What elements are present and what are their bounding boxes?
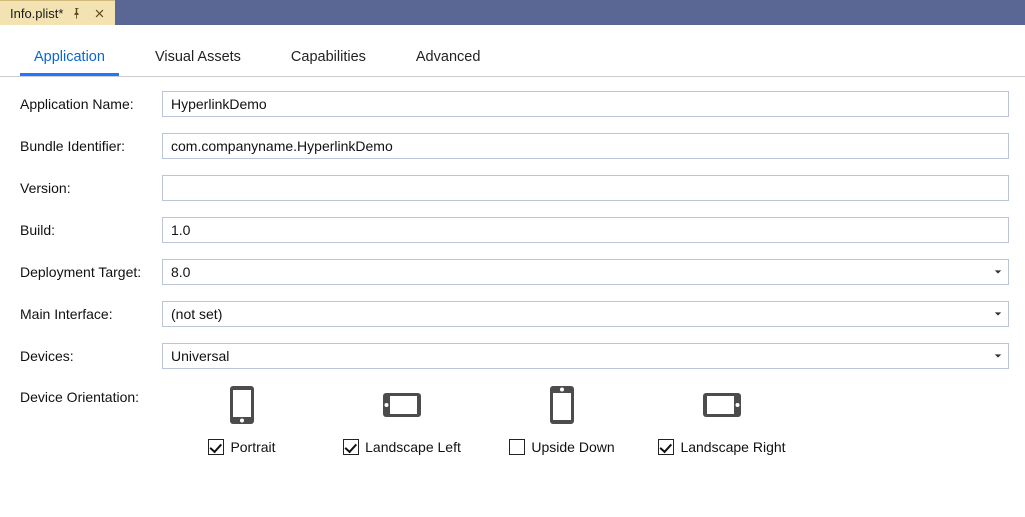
- label-bundle-identifier: Bundle Identifier:: [20, 138, 162, 154]
- device-landscape-left-icon: [382, 385, 422, 425]
- chevron-down-icon: [994, 268, 1002, 276]
- combo-value: (not set): [171, 306, 222, 322]
- file-tab-title: Info.plist*: [10, 6, 63, 21]
- checkbox-landscape-right[interactable]: Landscape Right: [658, 439, 785, 455]
- label-build: Build:: [20, 222, 162, 238]
- combo-main-interface[interactable]: (not set): [162, 301, 1009, 327]
- tab-visual-assets[interactable]: Visual Assets: [141, 43, 255, 76]
- checkbox-label: Landscape Right: [680, 439, 785, 455]
- tab-label: Capabilities: [291, 49, 366, 65]
- input-bundle-identifier[interactable]: [162, 133, 1009, 159]
- label-deployment-target: Deployment Target:: [20, 264, 162, 280]
- label-version: Version:: [20, 180, 162, 196]
- input-build[interactable]: [162, 217, 1009, 243]
- tab-label: Advanced: [416, 49, 481, 65]
- combo-value: Universal: [171, 348, 229, 364]
- orientation-option-portrait: Portrait: [162, 385, 322, 455]
- row-devices: Devices: Universal: [20, 343, 1009, 369]
- orientation-options: Portrait Landscape Left Upside Dow: [162, 385, 1009, 455]
- checkbox-portrait[interactable]: Portrait: [208, 439, 275, 455]
- checkbox-label: Portrait: [230, 439, 275, 455]
- orientation-option-landscape-left: Landscape Left: [322, 385, 482, 455]
- orientation-option-landscape-right: Landscape Right: [642, 385, 802, 455]
- label-device-orientation: Device Orientation:: [20, 385, 162, 405]
- tab-advanced[interactable]: Advanced: [402, 43, 495, 76]
- tab-label: Visual Assets: [155, 49, 241, 65]
- label-application-name: Application Name:: [20, 96, 162, 112]
- checkbox-icon: [208, 439, 224, 455]
- row-bundle-identifier: Bundle Identifier:: [20, 133, 1009, 159]
- chevron-down-icon: [994, 310, 1002, 318]
- input-version[interactable]: [162, 175, 1009, 201]
- form-application: Application Name: Bundle Identifier: Ver…: [0, 77, 1025, 455]
- row-deployment-target: Deployment Target: 8.0: [20, 259, 1009, 285]
- checkbox-upside-down[interactable]: Upside Down: [509, 439, 614, 455]
- row-main-interface: Main Interface: (not set): [20, 301, 1009, 327]
- input-application-name[interactable]: [162, 91, 1009, 117]
- label-devices: Devices:: [20, 348, 162, 364]
- tab-label: Application: [34, 49, 105, 65]
- checkbox-icon: [509, 439, 525, 455]
- row-device-orientation: Device Orientation: Portrait Landscape L…: [20, 385, 1009, 455]
- tab-capabilities[interactable]: Capabilities: [277, 43, 380, 76]
- checkbox-icon: [343, 439, 359, 455]
- combo-value: 8.0: [171, 264, 190, 280]
- checkbox-label: Upside Down: [531, 439, 614, 455]
- chevron-down-icon: [994, 352, 1002, 360]
- device-upside-down-icon: [549, 385, 575, 425]
- checkbox-icon: [658, 439, 674, 455]
- editor-tabs: Application Visual Assets Capabilities A…: [0, 25, 1025, 77]
- device-portrait-icon: [229, 385, 255, 425]
- orientation-option-upside-down: Upside Down: [482, 385, 642, 455]
- row-application-name: Application Name:: [20, 91, 1009, 117]
- tab-application[interactable]: Application: [20, 43, 119, 76]
- combo-devices[interactable]: Universal: [162, 343, 1009, 369]
- title-bar: Info.plist*: [0, 0, 1025, 25]
- device-landscape-right-icon: [702, 385, 742, 425]
- file-tab[interactable]: Info.plist*: [0, 0, 115, 25]
- pin-icon[interactable]: [71, 8, 82, 19]
- checkbox-landscape-left[interactable]: Landscape Left: [343, 439, 461, 455]
- row-build: Build:: [20, 217, 1009, 243]
- checkbox-label: Landscape Left: [365, 439, 461, 455]
- label-main-interface: Main Interface:: [20, 306, 162, 322]
- row-version: Version:: [20, 175, 1009, 201]
- close-icon[interactable]: [90, 8, 109, 19]
- combo-deployment-target[interactable]: 8.0: [162, 259, 1009, 285]
